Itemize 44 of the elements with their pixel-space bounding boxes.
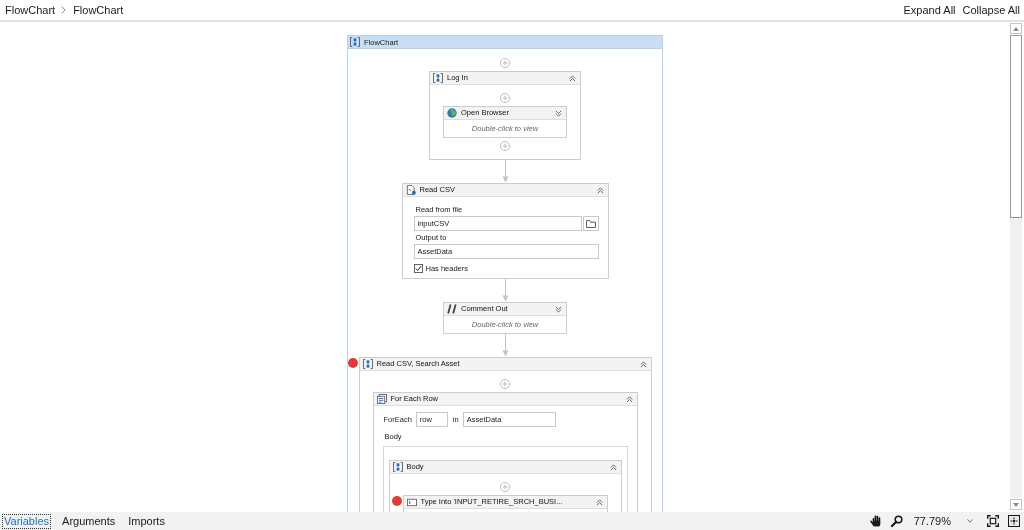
- breakpoint-dot-icon[interactable]: [391, 496, 402, 506]
- scroll-up-button[interactable]: [1010, 23, 1022, 34]
- brackets-icon: [362, 359, 373, 369]
- double-chevron-down-icon[interactable]: [555, 109, 562, 117]
- scrollbar-thumb[interactable]: [1010, 35, 1022, 218]
- triangle-up-icon: [1013, 26, 1019, 31]
- brackets-icon: [433, 73, 443, 83]
- breadcrumb-link[interactable]: FlowChart: [5, 3, 56, 17]
- brackets-icon: [350, 37, 360, 47]
- folder-icon: [585, 219, 596, 228]
- frame-corners-icon[interactable]: [987, 515, 999, 527]
- chevron-right-icon: [61, 6, 67, 14]
- triangle-down-icon: [1013, 502, 1019, 507]
- checkbox[interactable]: [413, 263, 423, 273]
- double-chevron-down-icon[interactable]: [555, 305, 562, 313]
- stacked-documents-icon: [376, 394, 387, 404]
- double-chevron-up-icon[interactable]: [625, 395, 633, 403]
- connector-arrow: [501, 334, 509, 357]
- double-chevron-up-icon[interactable]: [639, 360, 647, 368]
- square-crosshair-icon[interactable]: [1008, 515, 1020, 527]
- toolbar-button[interactable]: Collapse All: [962, 3, 1020, 17]
- caret-icon: [967, 519, 973, 523]
- panel-tab[interactable]: Imports: [126, 513, 167, 529]
- double-slash-icon: [447, 304, 457, 314]
- magnifier-icon[interactable]: [890, 515, 903, 527]
- panel-tab[interactable]: Arguments: [60, 513, 118, 529]
- zoom-dropdown[interactable]: 77.79%: [911, 515, 977, 527]
- toolbar-button[interactable]: Expand All: [903, 3, 956, 17]
- double-chevron-up-icon[interactable]: [595, 498, 603, 506]
- breakpoint-dot-icon[interactable]: [347, 358, 358, 368]
- hand-icon[interactable]: [869, 515, 882, 527]
- globe-icon: [447, 108, 457, 118]
- double-chevron-up-icon[interactable]: [609, 463, 617, 471]
- panel-tab[interactable]: Variables: [2, 513, 52, 529]
- connector-arrow: [501, 279, 509, 302]
- text-field-icon: [406, 497, 417, 507]
- browse-button[interactable]: [582, 216, 599, 231]
- double-chevron-up-icon[interactable]: [569, 74, 576, 82]
- connector-arrow: [501, 160, 509, 183]
- brackets-icon: [392, 462, 403, 472]
- document-icon: [405, 185, 416, 195]
- double-chevron-up-icon[interactable]: [596, 186, 604, 194]
- breadcrumb-link[interactable]: FlowChart: [73, 3, 124, 17]
- scroll-down-button[interactable]: [1010, 499, 1022, 510]
